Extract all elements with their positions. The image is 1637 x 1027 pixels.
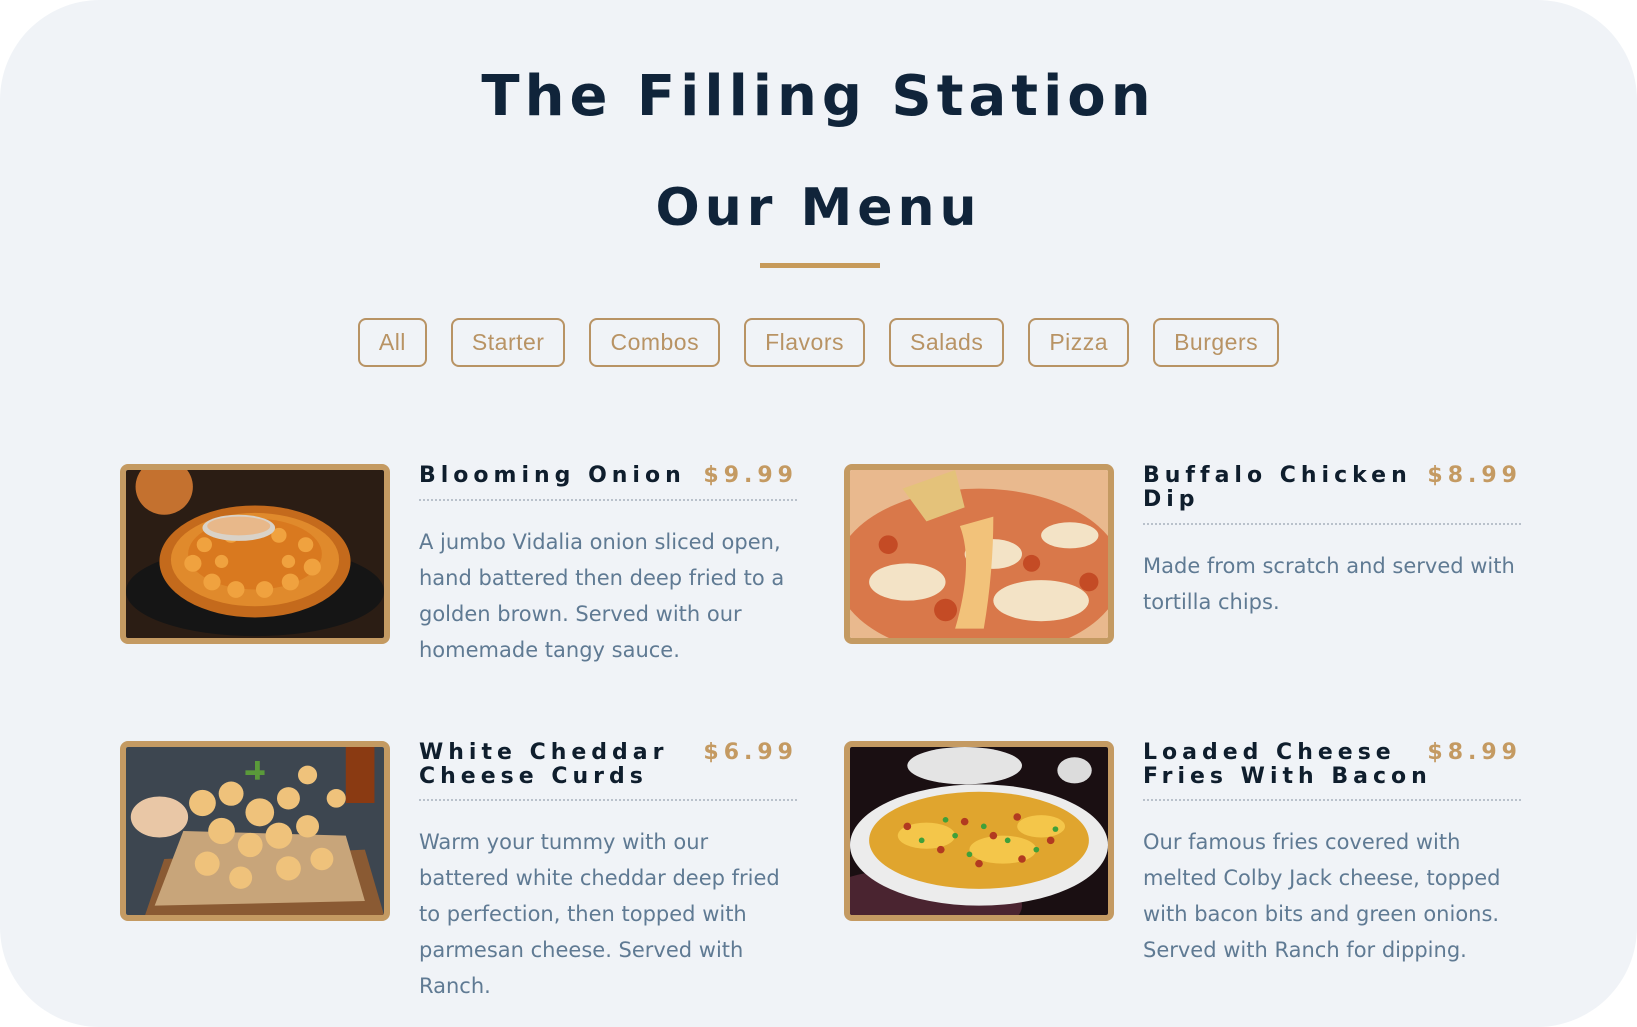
filter-all-button[interactable]: All [357, 318, 427, 367]
menu-title: Our Menu [655, 178, 982, 238]
buffalo-chicken-dip-photo [844, 464, 1114, 644]
item-name: White Cheddar Cheese Curds [419, 740, 669, 789]
item-name: Buffalo Chicken Dip [1143, 463, 1412, 512]
filter-flavors-button[interactable]: Flavors [744, 318, 866, 367]
title-underline [760, 263, 880, 268]
menu-page: The Filling Station Our Menu All Starter… [0, 0, 1637, 1027]
loaded-fries-photo [844, 741, 1114, 921]
item-divider [1143, 799, 1521, 801]
filter-bar: All Starter Combos Flavors Salads Pizza … [0, 318, 1637, 367]
restaurant-title: The Filling Station [481, 64, 1156, 129]
item-price: $8.99 [1427, 463, 1522, 488]
item-divider [1143, 523, 1521, 525]
item-name: Loaded Cheese Fries With Bacon [1143, 740, 1432, 789]
item-price: $8.99 [1427, 740, 1522, 765]
filter-combos-button[interactable]: Combos [589, 318, 721, 367]
filter-burgers-button[interactable]: Burgers [1153, 318, 1280, 367]
item-name: Blooming Onion [419, 463, 686, 488]
item-price: $9.99 [703, 463, 798, 488]
item-price: $6.99 [703, 740, 798, 765]
item-divider [419, 499, 797, 501]
filter-starter-button[interactable]: Starter [450, 318, 566, 367]
filter-salads-button[interactable]: Salads [889, 318, 1005, 367]
item-description: Warm your tummy with our battered white … [419, 830, 780, 998]
filter-pizza-button[interactable]: Pizza [1028, 318, 1130, 367]
cheese-curds-photo [120, 741, 390, 921]
item-description: Made from scratch and served with tortil… [1143, 554, 1515, 614]
item-description: A jumbo Vidalia onion sliced open, hand … [419, 530, 785, 662]
item-divider [419, 799, 797, 801]
blooming-onion-photo [120, 464, 390, 644]
item-description: Our famous fries covered with melted Col… [1143, 830, 1501, 962]
